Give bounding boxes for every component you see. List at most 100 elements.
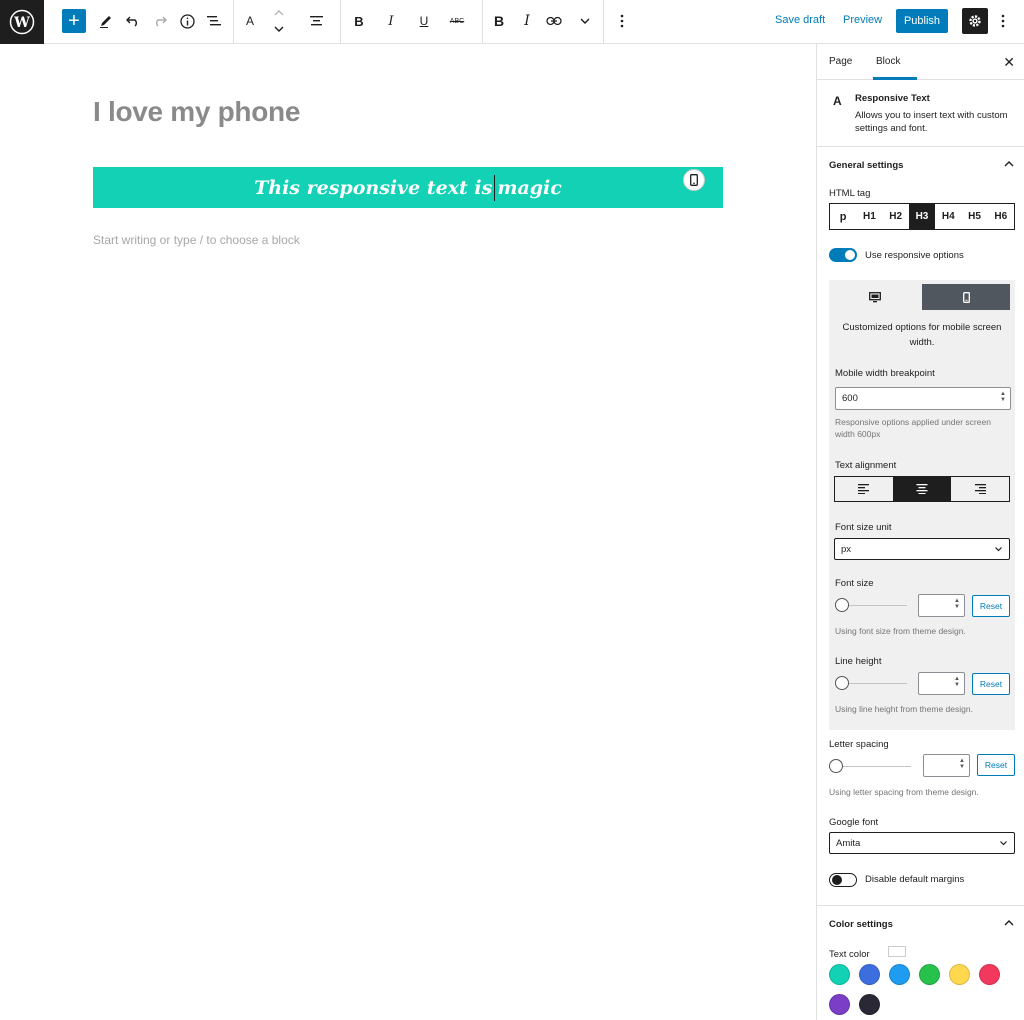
- font-size-label: Font size: [835, 578, 874, 589]
- text-color-label: Text color: [829, 949, 870, 960]
- google-font-select[interactable]: Amita: [829, 832, 1015, 854]
- publish-button[interactable]: Publish: [896, 9, 948, 33]
- font-size-reset-button[interactable]: Reset: [972, 595, 1010, 617]
- post-title[interactable]: I love my phone: [93, 96, 300, 128]
- line-height-slider-track[interactable]: [843, 683, 907, 684]
- desktop-icon[interactable]: [831, 284, 919, 310]
- line-height-reset-button[interactable]: Reset: [972, 673, 1010, 695]
- strikethrough-icon[interactable]: ABC: [447, 11, 467, 31]
- align-center-icon[interactable]: [893, 477, 951, 501]
- chevron-up-icon[interactable]: [1004, 159, 1014, 170]
- underline-icon[interactable]: U: [414, 11, 434, 31]
- color-swatch[interactable]: [919, 964, 940, 985]
- more-vertical-icon[interactable]: [993, 11, 1013, 31]
- mobile-breakpoint-value: 600: [842, 393, 858, 404]
- device-tabs: [829, 284, 1015, 310]
- align-left-icon[interactable]: [835, 477, 893, 501]
- color-swatch[interactable]: [829, 964, 850, 985]
- text-alignment-label: Text alignment: [835, 460, 897, 471]
- align-center-icon[interactable]: [306, 11, 326, 31]
- move-up-down-control[interactable]: [270, 3, 288, 39]
- italic-icon[interactable]: I: [517, 11, 537, 31]
- preview-button[interactable]: Preview: [843, 14, 882, 26]
- plus-icon[interactable]: +: [62, 9, 86, 33]
- pencil-icon[interactable]: [96, 11, 116, 31]
- line-height-input[interactable]: ▲ ▼: [918, 672, 965, 695]
- html-tag-h2[interactable]: H2: [883, 204, 909, 229]
- html-tag-h4[interactable]: H4: [935, 204, 961, 229]
- tab-page[interactable]: Page: [829, 56, 852, 67]
- current-color-indicator: [888, 946, 906, 957]
- spinner-icon[interactable]: ▲ ▼: [954, 676, 960, 688]
- link-icon[interactable]: [544, 11, 564, 31]
- line-height-slider-thumb[interactable]: [835, 676, 849, 690]
- font-size-slider-thumb[interactable]: [835, 598, 849, 612]
- tab-block[interactable]: Block: [876, 56, 900, 67]
- spinner-icon[interactable]: ▲ ▼: [1000, 391, 1006, 403]
- wordpress-icon[interactable]: W: [0, 0, 44, 44]
- list-view-icon[interactable]: [204, 11, 224, 31]
- undo-icon[interactable]: [123, 11, 143, 31]
- disable-margins-label: Disable default margins: [865, 874, 965, 885]
- line-height-label: Line height: [835, 656, 882, 667]
- letter-spacing-label: Letter spacing: [829, 739, 889, 750]
- use-responsive-toggle[interactable]: [829, 248, 857, 262]
- close-icon[interactable]: ✕: [1003, 54, 1015, 71]
- font-size-help: Using font size from theme design.: [835, 626, 966, 636]
- mobile-breakpoint-input[interactable]: 600 ▲ ▼: [835, 387, 1011, 410]
- gear-icon: [969, 15, 981, 27]
- google-font-value: Amita: [836, 837, 861, 849]
- italic-icon[interactable]: I: [381, 11, 401, 31]
- letter-spacing-slider-track[interactable]: [837, 766, 911, 767]
- color-swatch[interactable]: [829, 994, 850, 1015]
- html-tag-selector: p H1 H2 H3 H4 H5 H6: [829, 203, 1015, 230]
- chevron-down-icon: [1000, 841, 1007, 846]
- html-tag-h6[interactable]: H6: [988, 204, 1014, 229]
- chevron-down-icon[interactable]: [274, 26, 284, 32]
- general-settings-header[interactable]: General settings: [829, 160, 903, 171]
- disable-margins-toggle[interactable]: [829, 873, 857, 887]
- responsive-text-content[interactable]: This responsive text is magic: [93, 167, 723, 208]
- mobile-breakpoint-label: Mobile width breakpoint: [835, 368, 935, 379]
- redo-icon[interactable]: [150, 11, 170, 31]
- font-size-unit-label: Font size unit: [835, 522, 892, 533]
- info-icon[interactable]: [177, 11, 197, 31]
- letter-spacing-input[interactable]: ▲ ▼: [923, 754, 970, 777]
- mobile-icon[interactable]: [922, 284, 1010, 310]
- html-tag-h5[interactable]: H5: [961, 204, 987, 229]
- html-tag-h3[interactable]: H3: [908, 204, 936, 229]
- font-a-icon[interactable]: A: [240, 11, 260, 31]
- responsive-text-before: This responsive text is: [254, 176, 493, 199]
- text-alignment-selector: [834, 476, 1010, 502]
- color-settings-header[interactable]: Color settings: [829, 919, 893, 930]
- bold-icon[interactable]: B: [489, 11, 509, 31]
- color-swatch[interactable]: [889, 964, 910, 985]
- font-size-unit-select[interactable]: px: [834, 538, 1010, 560]
- chevron-down-icon[interactable]: [575, 11, 595, 31]
- font-size-input[interactable]: ▲ ▼: [918, 594, 965, 617]
- color-swatch[interactable]: [859, 994, 880, 1015]
- editor-canvas: I love my phone This responsive text is m…: [0, 44, 816, 1020]
- chevron-up-icon[interactable]: [274, 10, 284, 16]
- html-tag-p[interactable]: p: [830, 204, 856, 229]
- svg-text:W: W: [13, 15, 30, 31]
- bold-icon[interactable]: B: [349, 11, 369, 31]
- save-draft-button[interactable]: Save draft: [775, 14, 825, 26]
- chevron-up-icon[interactable]: [1004, 918, 1014, 929]
- letter-spacing-reset-button[interactable]: Reset: [977, 754, 1015, 776]
- block-placeholder[interactable]: Start writing or type / to choose a bloc…: [93, 233, 300, 247]
- font-size-slider-track[interactable]: [843, 605, 907, 606]
- responsive-options-panel: Customized options for mobile screen wid…: [829, 280, 1015, 730]
- settings-button[interactable]: [962, 8, 988, 34]
- align-right-icon[interactable]: [951, 477, 1009, 501]
- letter-spacing-slider-thumb[interactable]: [829, 759, 843, 773]
- color-swatch[interactable]: [859, 964, 880, 985]
- more-vertical-icon[interactable]: [612, 11, 632, 31]
- color-swatch[interactable]: [949, 964, 970, 985]
- sidebar-tabs: Page Block ✕: [817, 44, 1024, 80]
- html-tag-h1[interactable]: H1: [856, 204, 882, 229]
- spinner-icon[interactable]: ▲ ▼: [954, 598, 960, 610]
- color-swatch[interactable]: [979, 964, 1000, 985]
- responsive-text-block[interactable]: This responsive text is magic: [93, 167, 723, 208]
- spinner-icon[interactable]: ▲ ▼: [959, 758, 965, 770]
